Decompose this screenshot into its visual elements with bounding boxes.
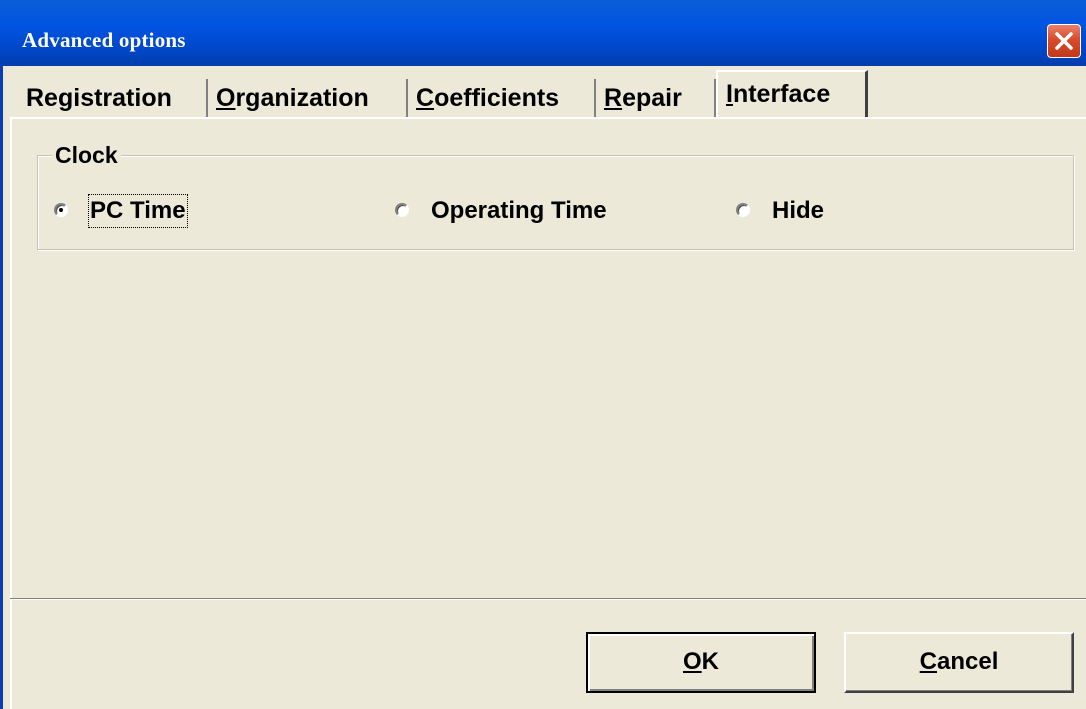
tab-repair[interactable]: Repair bbox=[596, 79, 716, 117]
tab-accesskey: I bbox=[726, 80, 733, 108]
radio-label: PC Time bbox=[88, 194, 188, 228]
ok-button[interactable]: OK bbox=[586, 632, 816, 693]
tab-label: epair bbox=[622, 84, 682, 112]
title-bar[interactable]: Advanced options bbox=[0, 0, 1086, 66]
tab-label: rganization bbox=[235, 84, 369, 112]
close-button[interactable] bbox=[1047, 24, 1081, 58]
separator bbox=[10, 598, 1086, 600]
tab-strip: Registration Organization Coefficients R… bbox=[10, 66, 1086, 118]
button-accesskey: C bbox=[919, 648, 937, 675]
clock-legend: Clock bbox=[52, 142, 121, 169]
button-accesskey: O bbox=[682, 648, 702, 675]
cancel-button[interactable]: Cancel bbox=[844, 632, 1074, 693]
tab-label: nterface bbox=[732, 80, 831, 108]
tab-accesskey: O bbox=[216, 84, 236, 112]
radio-operating-time[interactable]: Operating Time bbox=[395, 196, 655, 226]
tab-interface[interactable]: Interface bbox=[716, 70, 868, 117]
button-label: K bbox=[701, 648, 719, 675]
window-border bbox=[0, 66, 3, 709]
tab-registration[interactable]: Registration bbox=[18, 79, 208, 117]
button-label: ancel bbox=[936, 648, 999, 675]
tab-label: oefficients bbox=[434, 84, 560, 112]
radio-unchecked-icon[interactable] bbox=[736, 203, 750, 217]
tab-coefficients[interactable]: Coefficients bbox=[408, 79, 596, 117]
radio-hide[interactable]: Hide bbox=[736, 196, 846, 226]
radio-label: Hide bbox=[772, 197, 825, 224]
tab-accesskey: C bbox=[416, 84, 435, 112]
window-title: Advanced options bbox=[22, 28, 186, 52]
tab-accesskey: R bbox=[604, 84, 623, 112]
close-icon bbox=[1055, 32, 1073, 50]
radio-label: Operating Time bbox=[431, 197, 607, 224]
tab-accesskey: g bbox=[57, 84, 74, 112]
radio-pc-time[interactable]: PC Time bbox=[54, 194, 224, 228]
tab-organization[interactable]: Organization bbox=[208, 79, 408, 117]
radio-checked-icon[interactable] bbox=[54, 203, 68, 217]
radio-unchecked-icon[interactable] bbox=[395, 203, 409, 217]
tab-label: istration bbox=[73, 84, 172, 112]
tab-label: Re bbox=[26, 84, 58, 112]
